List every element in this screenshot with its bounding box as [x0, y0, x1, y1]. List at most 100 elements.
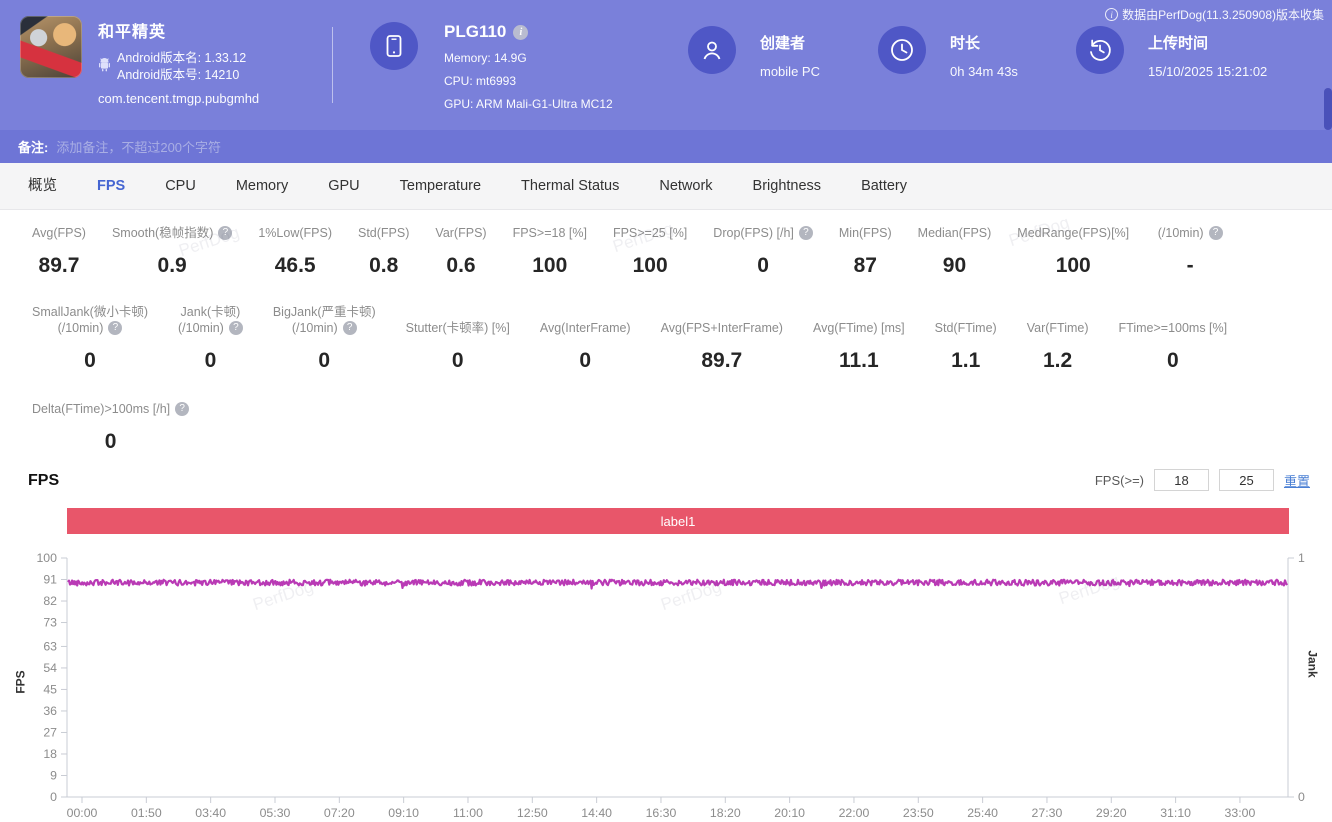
stat-value: 0: [104, 430, 117, 453]
tab-cpu[interactable]: CPU: [145, 163, 216, 209]
tab-battery[interactable]: Battery: [841, 163, 927, 209]
stat-cell: Avg(FPS+InterFrame) 89.7: [661, 320, 783, 373]
stat-cell: Std(FPS) 0.8: [358, 225, 409, 278]
svg-text:63: 63: [43, 639, 57, 653]
report-header: i 数据由PerfDog(11.3.250908)版本收集 和平精英 Andro…: [0, 0, 1332, 130]
stat-cell: Std(FTime) 1.1: [935, 320, 997, 373]
clock-icon: [878, 26, 926, 74]
svg-text:0: 0: [1298, 790, 1305, 804]
svg-text:05:30: 05:30: [260, 806, 291, 820]
fps-axis-title: FPS: [13, 670, 28, 694]
stat-label: FPS>=25 [%]: [612, 226, 688, 240]
note-label: 备注:: [18, 140, 49, 155]
svg-text:1: 1: [1298, 551, 1305, 565]
upload-time-block: 上传时间 15/10/2025 15:21:02: [1076, 26, 1267, 79]
stat-label: SmallJank(微小卡顿) (/10min)?: [32, 305, 148, 335]
header-divider: [332, 27, 333, 103]
stat-value: 89.7: [701, 349, 743, 372]
note-input[interactable]: 添加备注，不超过200个字符: [56, 137, 221, 156]
svg-text:29:20: 29:20: [1096, 806, 1127, 820]
svg-text:00:00: 00:00: [67, 806, 98, 820]
device-gpu: GPU: ARM Mali-G1-Ultra MC12: [444, 97, 613, 111]
stat-label: Avg(InterFrame): [539, 321, 631, 335]
stat-label: Std(FPS): [358, 226, 410, 240]
stat-label: Std(FTime): [934, 321, 997, 335]
help-icon[interactable]: ?: [108, 321, 123, 335]
user-icon: [688, 26, 736, 74]
stat-label: Median(FPS): [917, 226, 992, 240]
svg-text:18:20: 18:20: [710, 806, 741, 820]
stat-value: 46.5: [274, 254, 316, 277]
stat-label: Drop(FPS) [/h]?: [713, 225, 813, 241]
fps-threshold-input-2[interactable]: [1218, 469, 1274, 491]
stat-value: 0: [1166, 349, 1179, 372]
stat-value: 0: [204, 349, 217, 372]
stat-value: 100: [532, 254, 568, 277]
stat-label: FPS>=18 [%]: [512, 226, 587, 240]
stat-label: Avg(FPS+InterFrame): [660, 321, 783, 335]
tab-fps[interactable]: FPS: [77, 163, 145, 209]
reset-button[interactable]: 重置: [1284, 471, 1310, 490]
stat-value: 90: [942, 254, 967, 277]
fps-threshold-controls: FPS(>=) 重置: [1095, 469, 1310, 491]
fps-section-title: FPS: [28, 472, 60, 489]
stat-label: 1%Low(FPS): [258, 226, 332, 240]
svg-text:9: 9: [50, 768, 57, 782]
help-icon[interactable]: ?: [1208, 226, 1223, 240]
stat-value: 1.2: [1043, 349, 1073, 372]
jank-axis-title: Jank: [1305, 650, 1320, 678]
stat-cell: FTime>=100ms [%] 0: [1119, 320, 1228, 373]
stat-cell: Var(FTime) 1.2: [1027, 320, 1089, 373]
app-version-name: Android版本名: 1.33.12: [117, 51, 247, 65]
fps-threshold-input-1[interactable]: [1153, 469, 1209, 491]
tab-概览[interactable]: 概览: [8, 163, 77, 209]
svg-text:82: 82: [43, 594, 57, 608]
tab-temperature[interactable]: Temperature: [380, 163, 501, 209]
stat-cell: Smooth(稳帧指数)? 0.9: [112, 225, 233, 278]
svg-text:11:00: 11:00: [453, 806, 483, 820]
phone-icon: [370, 22, 418, 70]
svg-text:12:50: 12:50: [517, 806, 548, 820]
scene-label-banner: label1: [67, 508, 1289, 534]
tab-network[interactable]: Network: [639, 163, 732, 209]
svg-text:18: 18: [43, 747, 57, 761]
help-icon[interactable]: ?: [798, 226, 813, 240]
data-source-text: 数据由PerfDog(11.3.250908)版本收集: [1122, 8, 1324, 22]
svg-text:27:30: 27:30: [1032, 806, 1063, 820]
help-icon[interactable]: ?: [342, 321, 357, 335]
device-info-icon[interactable]: i: [513, 24, 529, 40]
scrollbar-thumb[interactable]: [1324, 88, 1332, 130]
history-clock-icon: [1076, 26, 1124, 74]
stat-cell: Median(FPS) 90: [918, 225, 992, 278]
stat-row-1: Avg(FPS) 89.7 Smooth(稳帧指数)? 0.9 1%Low(FPS) 46…: [0, 220, 1332, 278]
upload-time-label: 上传时间: [1148, 35, 1209, 52]
tab-thermal-status[interactable]: Thermal Status: [501, 163, 639, 209]
device-model: PLG110: [444, 22, 507, 41]
stat-label: Var(FPS): [435, 226, 487, 240]
help-icon[interactable]: ?: [175, 402, 190, 416]
app-info-block: 和平精英 Android版本名: 1.33.12 Android版本号: 142…: [20, 16, 259, 106]
stat-value: 0: [84, 349, 96, 372]
svg-text:01:50: 01:50: [131, 806, 162, 820]
stat-value: -: [1186, 254, 1194, 277]
fps-chart[interactable]: FPS Jank 0 9 18 27 36 45 54 63 73 82 91 100 1 0 00:00 0…: [0, 545, 1332, 822]
stat-label: MedRange(FPS)[%]: [1017, 226, 1130, 240]
help-icon[interactable]: ?: [228, 321, 243, 335]
help-icon[interactable]: ?: [218, 226, 233, 240]
device-info-block: PLG110 i Memory: 14.9G CPU: mt6993 GPU: …: [370, 22, 613, 111]
stat-value: 89.7: [38, 254, 80, 277]
stat-cell: Avg(FTime) [ms] 11.1: [813, 320, 905, 373]
note-bar: 备注: 添加备注，不超过200个字符: [0, 130, 1332, 163]
fps-line-chart[interactable]: 0 9 18 27 36 45 54 63 73 82 91 100 1 0 00:00 01:50 03:40…: [0, 545, 1332, 822]
svg-text:27: 27: [43, 725, 57, 739]
metric-tabs: 概览 FPS CPU Memory GPU Temperature Thermal Stat…: [0, 163, 1332, 210]
tab-memory[interactable]: Memory: [216, 163, 308, 209]
stat-cell: Drop(FPS) [/h]? 0: [713, 225, 813, 278]
tab-brightness[interactable]: Brightness: [733, 163, 842, 209]
stat-label: FTime>=100ms [%]: [1118, 321, 1228, 335]
tab-gpu[interactable]: GPU: [308, 163, 379, 209]
device-cpu: CPU: mt6993: [444, 74, 517, 88]
stat-row-3: Delta(FTime)>100ms [/h]? 0: [0, 401, 1332, 454]
stat-cell: BigJank(严重卡顿) (/10min)? 0: [273, 304, 376, 373]
svg-text:91: 91: [43, 573, 57, 587]
